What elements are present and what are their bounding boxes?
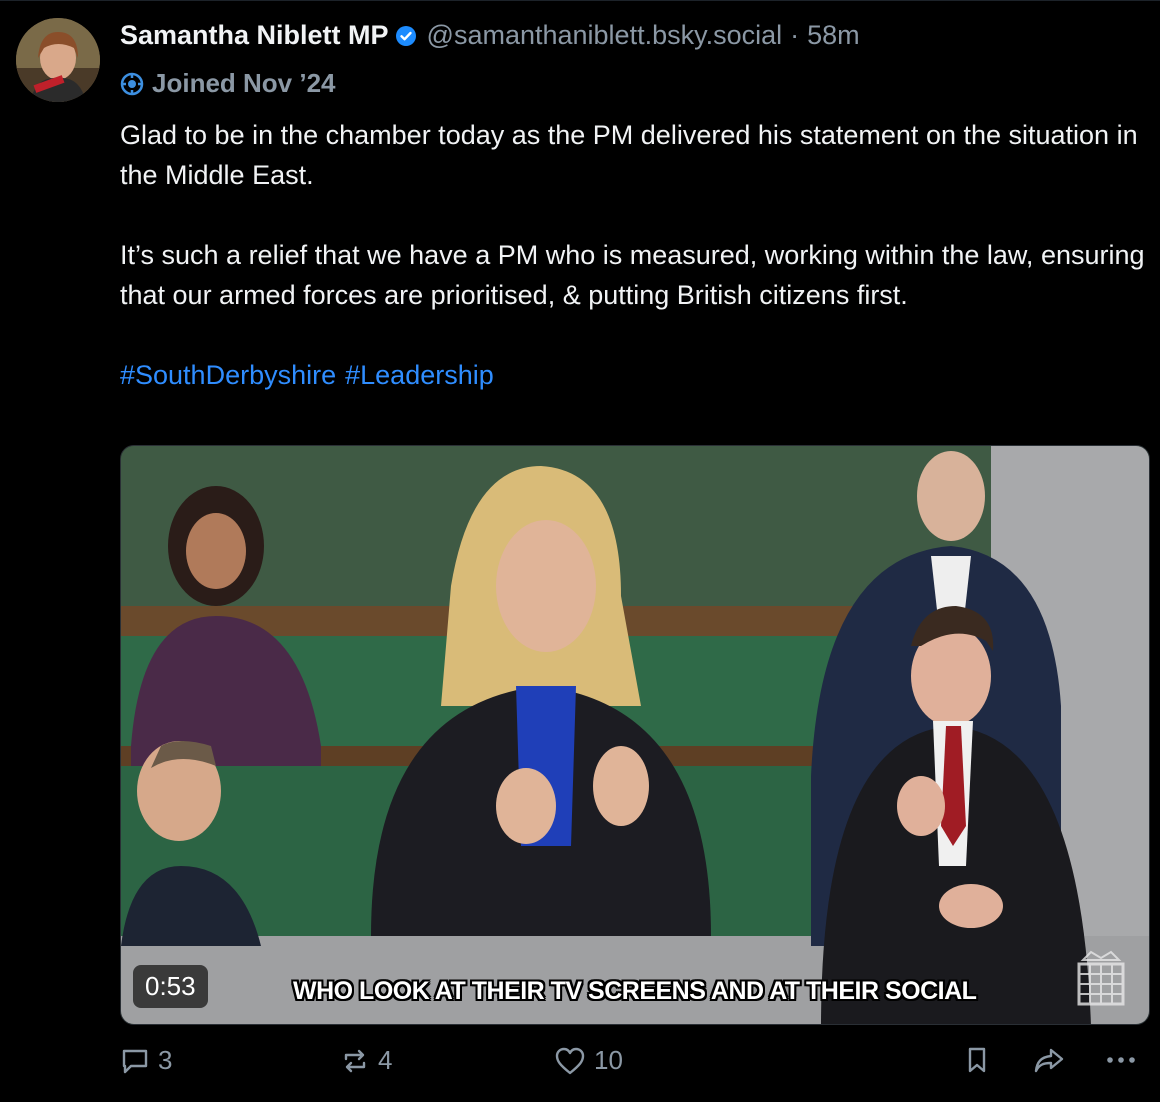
- video-caption: WHO LOOK AT THEIR TV SCREENS AND AT THEI…: [293, 977, 977, 1005]
- repost-icon: [344, 1049, 366, 1072]
- video-player[interactable]: 0:53 WHO LOOK AT THEIR TV SCREENS AND AT…: [120, 445, 1150, 1025]
- post-actions: 3 4 10: [120, 1045, 1150, 1087]
- heart-icon: [555, 1047, 585, 1074]
- video-frame: [121, 446, 1149, 1024]
- like-button[interactable]: 10: [554, 1045, 623, 1076]
- top-divider: [0, 0, 1160, 1]
- share-button[interactable]: [1032, 1045, 1074, 1075]
- video-duration: 0:53: [133, 965, 208, 1008]
- hashtag-list: #SouthDerbyshire #Leadership: [120, 355, 1150, 395]
- hashtag-leadership[interactable]: #Leadership: [345, 360, 494, 390]
- avatar[interactable]: [16, 18, 100, 102]
- verified-check-icon[interactable]: [395, 25, 417, 47]
- repost-button[interactable]: 4: [340, 1045, 392, 1076]
- reply-count: 3: [158, 1045, 173, 1075]
- portcullis-logo-icon: [1077, 950, 1125, 1006]
- post-paragraph-2: It’s such a relief that we have a PM who…: [120, 240, 1145, 310]
- author-handle[interactable]: @samanthaniblett.bsky.social: [427, 20, 783, 51]
- more-options-icon: [1107, 1057, 1135, 1063]
- reply-bubble-icon: [122, 1049, 148, 1073]
- share-icon: [1034, 1048, 1064, 1073]
- post-text: Glad to be in the chamber today as the P…: [120, 115, 1150, 395]
- bookmark-icon: [968, 1047, 986, 1073]
- bookmark-button[interactable]: [962, 1045, 1000, 1075]
- joined-date: Joined Nov ’24: [152, 68, 336, 98]
- like-count: 10: [594, 1045, 623, 1075]
- author-name[interactable]: Samantha Niblett MP: [120, 20, 389, 51]
- repost-count: 4: [378, 1045, 393, 1075]
- post-header: Samantha Niblett MP @samanthaniblett.bsk…: [120, 20, 860, 51]
- joined-badge: Joined Nov ’24: [120, 68, 336, 99]
- reply-button[interactable]: 3: [120, 1045, 172, 1076]
- new-user-badge-icon: [120, 72, 144, 95]
- post-timestamp[interactable]: 58m: [807, 20, 860, 51]
- post-paragraph-1: Glad to be in the chamber today as the P…: [120, 120, 1138, 190]
- hashtag-southderbyshire[interactable]: #SouthDerbyshire: [120, 360, 336, 390]
- separator: ·: [790, 20, 800, 50]
- more-options-button[interactable]: [1104, 1045, 1146, 1075]
